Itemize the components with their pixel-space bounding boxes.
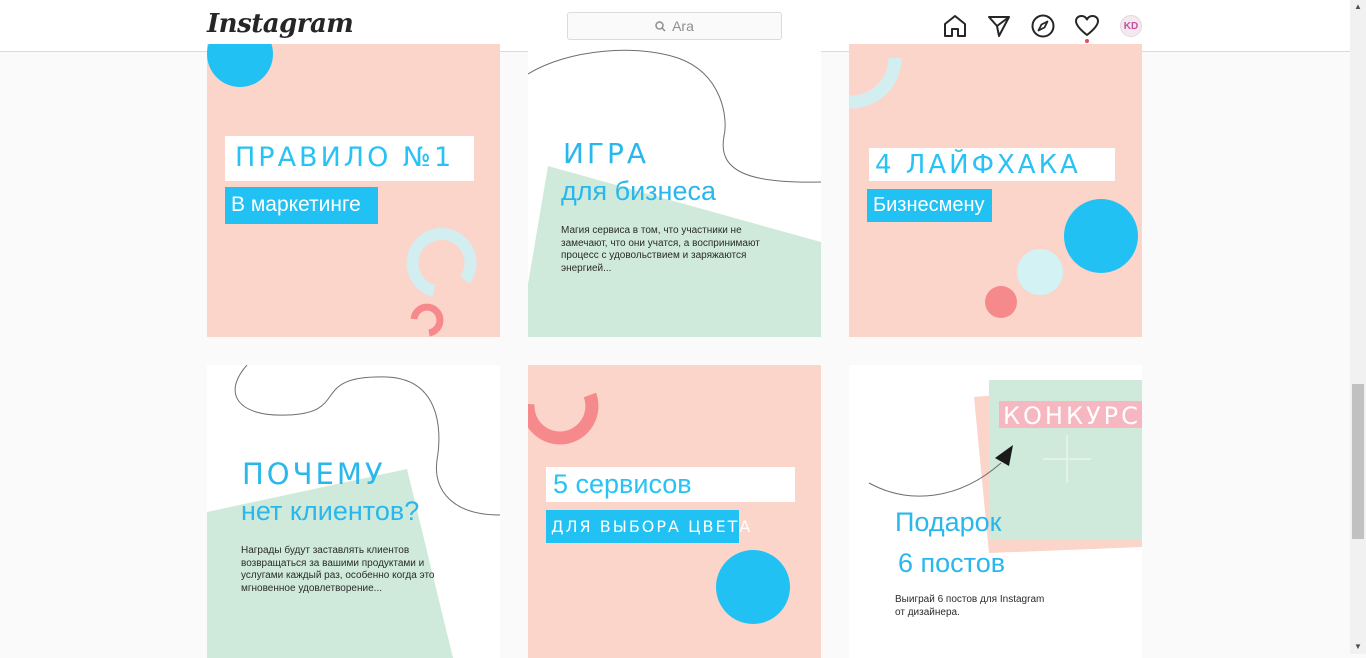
post-4-subtitle: нет клиентов? <box>241 496 420 526</box>
post-2-subtitle: для бизнеса <box>561 176 716 206</box>
post-4-body: Награды будут заставлять клиентов возвра… <box>241 545 435 594</box>
home-icon[interactable] <box>942 13 968 39</box>
post-3-subtitle: Бизнесмену <box>867 189 992 222</box>
post-1-title: ПРАВИЛО №1 <box>225 136 474 181</box>
post-5-subtitle: ДЛЯ ВЫБОРА ЦВЕТА <box>546 510 750 543</box>
search-placeholder: Ara <box>672 18 694 34</box>
post-tile-5[interactable]: 5 сервисов ДЛЯ ВЫБОРА ЦВЕТА <box>528 365 821 658</box>
post-3-title: 4 ЛАЙФХАКА <box>869 148 1115 181</box>
post-2-body: Магия сервиса в том, что участники не за… <box>561 225 760 274</box>
post-4-title: ПОЧЕМУ <box>242 457 386 491</box>
post-6-subtitle-line1: Подарок <box>895 507 1002 537</box>
notification-dot <box>1085 39 1089 43</box>
activity-heart-icon[interactable] <box>1074 13 1100 39</box>
search-input[interactable]: Ara <box>567 12 782 40</box>
direct-messages-icon[interactable] <box>986 13 1012 39</box>
post-tile-2[interactable]: ИГРА для бизнеса Магия сервиса в том, чт… <box>528 44 821 337</box>
post-6-title: КОНКУРС <box>999 401 1142 430</box>
page-scrollbar-track[interactable] <box>1350 0 1366 654</box>
post-2-title: ИГРА <box>563 137 650 170</box>
page-scrollbar-thumb[interactable] <box>1352 384 1364 539</box>
post-tile-3[interactable]: 4 ЛАЙФХАКА Бизнесмену <box>849 44 1142 337</box>
post-tile-4[interactable]: ПОЧЕМУ нет клиентов? Награды будут заста… <box>207 365 500 658</box>
scroll-down-arrow-icon[interactable]: ▼ <box>1353 642 1363 652</box>
search-icon <box>655 20 666 32</box>
explore-icon[interactable] <box>1030 13 1056 39</box>
post-tile-1[interactable]: ПРАВИЛО №1 В маркетинге <box>207 44 500 337</box>
instagram-logo[interactable]: Instagram <box>207 9 354 39</box>
post-5-title: 5 сервисов <box>546 467 795 502</box>
post-6-body: Выиграй 6 постов для Instagram от дизайн… <box>895 594 1045 618</box>
profile-avatar[interactable]: KD <box>1120 15 1142 37</box>
scroll-up-arrow-icon[interactable]: ▲ <box>1353 2 1363 12</box>
post-tile-6[interactable]: КОНКУРС Подарок 6 постов Выиграй 6 посто… <box>849 365 1142 658</box>
post-6-subtitle-line2: 6 постов <box>898 548 1006 578</box>
post-1-subtitle: В маркетинге <box>225 187 378 224</box>
